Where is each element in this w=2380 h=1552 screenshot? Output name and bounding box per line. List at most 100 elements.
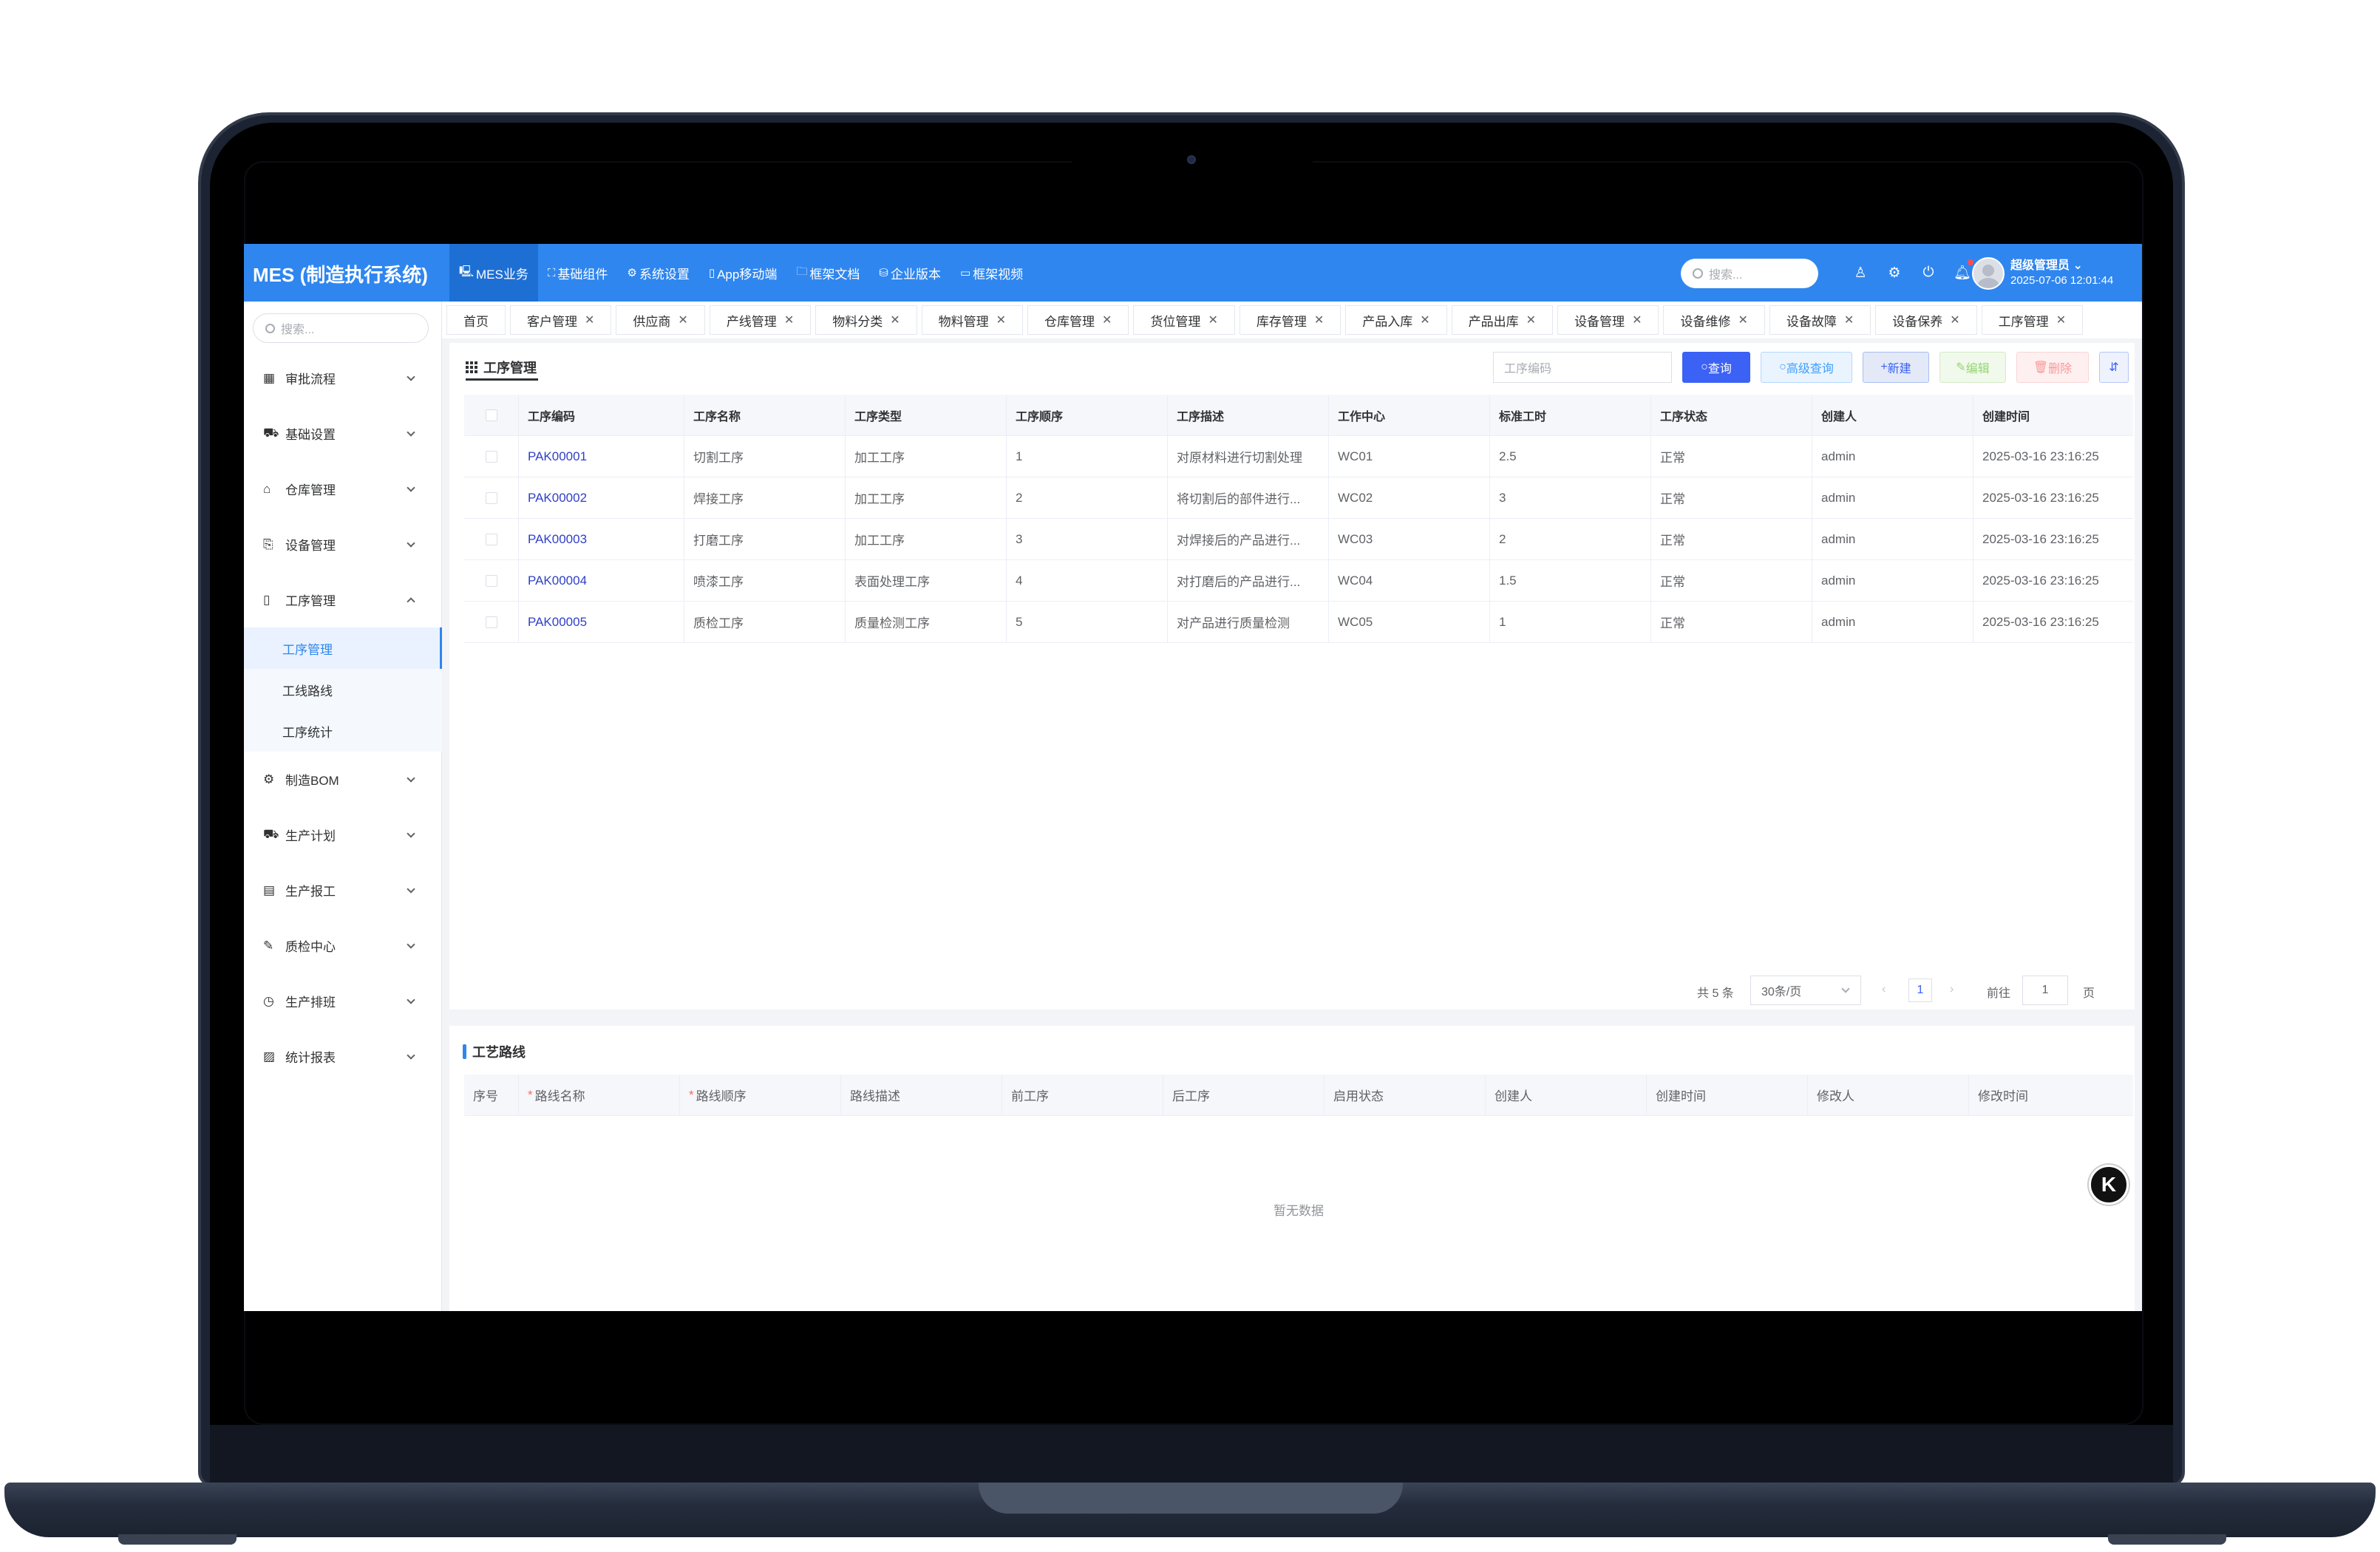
sidebar-subitem-0[interactable]: 工序管理 [244, 627, 442, 669]
route-column-label: 启用状态 [1333, 1089, 1384, 1103]
select-all-cell [464, 395, 519, 435]
close-icon[interactable]: ✕ [1632, 313, 1642, 327]
chevron-down-icon [407, 483, 415, 492]
floating-k-button[interactable]: K [2089, 1165, 2129, 1205]
next-page-button[interactable]: › [1950, 983, 1954, 996]
edit-button[interactable]: ✎ 编辑 [1939, 352, 2006, 383]
sidebar-item-4[interactable]: ▯ 工序管理 [244, 572, 442, 627]
search-icon [1693, 268, 1703, 279]
close-icon[interactable]: ✕ [784, 313, 794, 327]
sort-button[interactable]: ⇵ [2099, 352, 2129, 383]
close-icon[interactable]: ✕ [1950, 313, 1959, 327]
sidebar-subitem-2[interactable]: 工序统计 [244, 710, 442, 752]
close-icon[interactable]: ✕ [996, 313, 1006, 327]
goto-page-input[interactable]: 1 [2022, 976, 2068, 1005]
close-icon[interactable]: ✕ [585, 313, 594, 327]
page-size-select[interactable]: 30条/页 [1750, 976, 1861, 1005]
query-button[interactable]: ○ 查询 [1682, 352, 1750, 383]
process-code-filter-input[interactable]: 工序编码 [1493, 352, 1672, 383]
edit-button-label: 编辑 [1965, 363, 1990, 375]
route-column-header: 后工序 [1163, 1075, 1325, 1115]
row-checkbox[interactable] [485, 616, 497, 628]
prev-page-button[interactable]: ‹ [1882, 983, 1886, 996]
sidebar-search-input[interactable]: 搜索... [253, 313, 429, 343]
process-code-link[interactable]: PAK00003 [519, 519, 684, 559]
top-nav-item-2[interactable]: ⚙ 系统设置 [617, 244, 698, 302]
top-nav-item-0[interactable]: 🖳 MES业务 [449, 244, 538, 302]
row-checkbox[interactable] [485, 450, 497, 463]
table-row[interactable]: PAK00003 打磨工序 加工工序 3 对焊接后的产品进行... WC03 2 正常 admi… [464, 519, 2133, 560]
sidebar-item-9[interactable]: ◷ 生产排班 [244, 973, 442, 1029]
sidebar-item-5[interactable]: ⚙ 制造BOM [244, 752, 442, 807]
delete-button[interactable]: 🗑︎ 删除 [2016, 352, 2089, 383]
tab-1[interactable]: 客户管理 ✕ [510, 305, 612, 335]
tab-10[interactable]: 产品出库 ✕ [1451, 305, 1554, 335]
tab-3[interactable]: 产线管理 ✕ [709, 305, 812, 335]
top-nav-item-1[interactable]: ⛶ 基础组件 [538, 244, 618, 302]
process-table: 工序编码 工序名称 工序类型 工序顺序 工序描述 工作中心 标准工时 工序状态 创建人 创建时间 P… [464, 395, 2133, 643]
sidebar-item-6[interactable]: ⛟ 生产计划 [244, 807, 442, 862]
route-column-header: 修改时间 [1969, 1075, 2130, 1115]
row-checkbox[interactable] [485, 533, 497, 545]
process-code-link[interactable]: PAK00001 [519, 436, 684, 477]
select-all-checkbox[interactable] [485, 409, 497, 421]
sidebar-item-8[interactable]: ✎ 质检中心 [244, 918, 442, 973]
close-icon[interactable]: ✕ [890, 313, 900, 327]
tab-14[interactable]: 设备保养 ✕ [1875, 305, 1977, 335]
close-icon[interactable]: ✕ [1420, 313, 1429, 327]
advanced-query-button[interactable]: ○ 高级查询 [1761, 352, 1852, 383]
settings-icon[interactable]: ⚙ [1877, 265, 1911, 282]
close-icon[interactable]: ✕ [1738, 313, 1747, 327]
table-row[interactable]: PAK00002 焊接工序 加工工序 2 将切割后的部件进行... WC02 3 正常 admi… [464, 477, 2133, 519]
process-code-link[interactable]: PAK00002 [519, 477, 684, 518]
process-code-link[interactable]: PAK00004 [519, 560, 684, 601]
sidebar-item-1[interactable]: ⛟ 基础设置 [244, 406, 442, 461]
table-cell: 喷漆工序 [684, 560, 846, 601]
top-nav-item-6[interactable]: ▭ 框架视频 [951, 244, 1033, 302]
close-icon[interactable]: ✕ [1844, 313, 1854, 327]
sidebar-item-7[interactable]: ▤ 生产报工 [244, 862, 442, 918]
settings-icon: ⚙ [263, 772, 275, 786]
table-row[interactable]: PAK00001 切割工序 加工工序 1 对原材料进行切割处理 WC01 2.5 正常 admi… [464, 436, 2133, 477]
top-nav-item-4[interactable]: 🗀 框架文档 [786, 244, 869, 302]
tab-9[interactable]: 产品入库 ✕ [1345, 305, 1447, 335]
close-icon[interactable]: ✕ [1208, 313, 1217, 327]
tab-6[interactable]: 仓库管理 ✕ [1027, 305, 1129, 335]
tab-12[interactable]: 设备维修 ✕ [1663, 305, 1765, 335]
sidebar-item-10[interactable]: ▨ 统计报表 [244, 1029, 442, 1084]
table-row[interactable]: PAK00005 质检工序 质量检测工序 5 对产品进行质量检测 WC05 1 正常 admin… [464, 602, 2133, 643]
page-number-current[interactable]: 1 [1908, 978, 1932, 1002]
monitor-icon: 🖳 [459, 265, 475, 278]
tab-0[interactable]: 首页 [446, 305, 506, 335]
sidebar-subitem-1[interactable]: 工线路线 [244, 669, 442, 710]
new-button[interactable]: + 新建 [1863, 352, 1929, 383]
user-icon[interactable]: ♙ [1843, 265, 1877, 282]
power-icon[interactable]: ⏻ [1911, 265, 1945, 281]
table-cell: 2 [1007, 477, 1168, 518]
tab-15[interactable]: 工序管理 ✕ [1981, 305, 2084, 335]
row-checkbox[interactable] [485, 491, 497, 504]
process-code-link[interactable]: PAK00005 [519, 602, 684, 642]
top-nav-item-5[interactable]: ⛁ 企业版本 [869, 244, 951, 302]
tab-5[interactable]: 物料管理 ✕ [921, 305, 1024, 335]
tab-2[interactable]: 供应商 ✕ [616, 305, 705, 335]
user-menu[interactable]: 超级管理员 ⌄ 2025-07-06 12:01:44 [1972, 256, 2113, 291]
laptop-foot-left [118, 1534, 237, 1545]
close-icon[interactable]: ✕ [678, 313, 687, 327]
table-row[interactable]: PAK00004 喷漆工序 表面处理工序 4 对打磨后的产品进行... WC04 1.5 正常… [464, 560, 2133, 602]
top-nav-item-3[interactable]: ▯ App移动端 [699, 244, 787, 302]
sidebar-item-3[interactable]: ⎘ 设备管理 [244, 517, 442, 572]
close-icon[interactable]: ✕ [1102, 313, 1112, 327]
close-icon[interactable]: ✕ [1314, 313, 1324, 327]
tab-8[interactable]: 库存管理 ✕ [1239, 305, 1342, 335]
sidebar-item-0[interactable]: ▦ 审批流程 [244, 350, 442, 406]
tab-11[interactable]: 设备管理 ✕ [1557, 305, 1659, 335]
row-checkbox[interactable] [485, 574, 497, 587]
tab-7[interactable]: 货位管理 ✕ [1133, 305, 1235, 335]
sidebar-item-2[interactable]: ⌂ 仓库管理 [244, 461, 442, 517]
close-icon[interactable]: ✕ [1526, 313, 1536, 327]
tab-13[interactable]: 设备故障 ✕ [1769, 305, 1871, 335]
global-search-input[interactable]: 搜索... [1681, 259, 1818, 288]
close-icon[interactable]: ✕ [2056, 313, 2066, 327]
tab-4[interactable]: 物料分类 ✕ [815, 305, 917, 335]
